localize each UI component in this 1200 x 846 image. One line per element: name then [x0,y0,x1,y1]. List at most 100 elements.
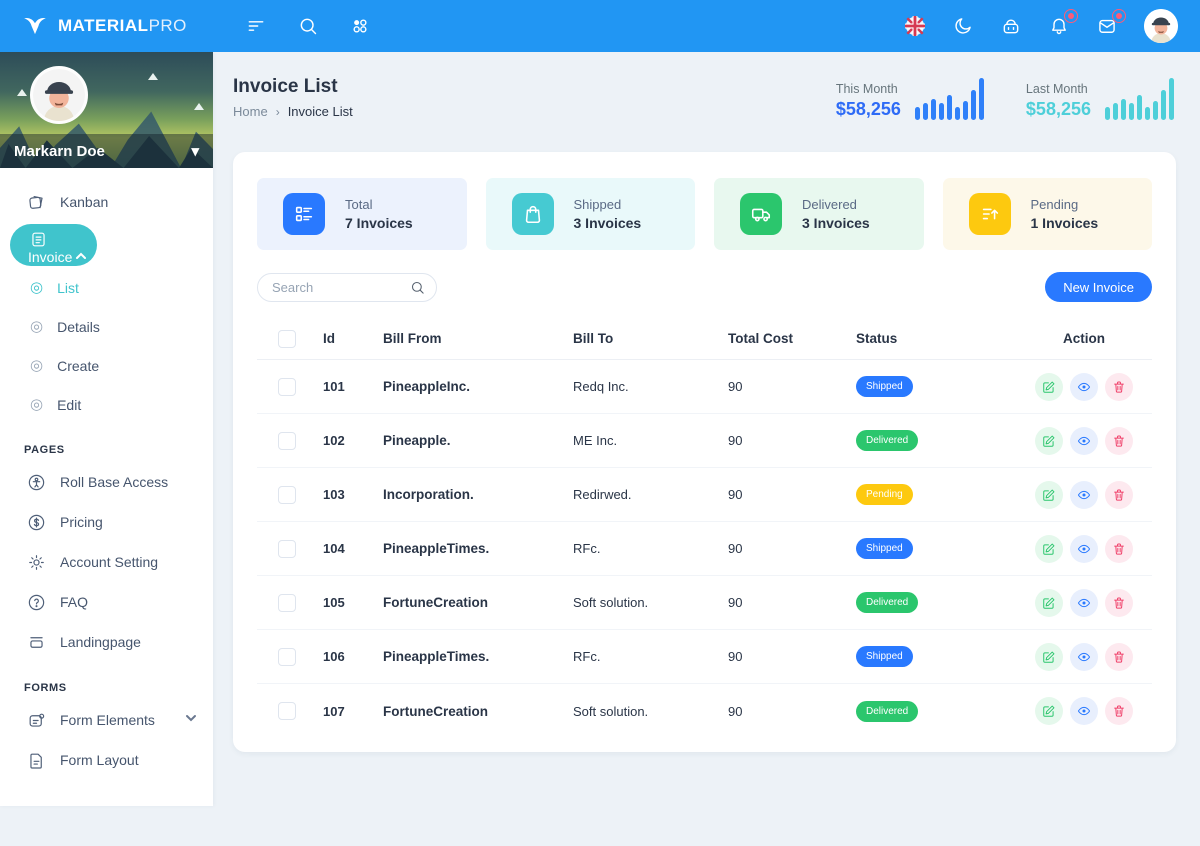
row-checkbox[interactable] [278,539,296,558]
notifications-bell-icon[interactable] [1048,9,1078,37]
pages-section-heading: PAGES [24,444,65,456]
breadcrumb: Home › Invoice List [233,104,353,119]
sidebar-subitem-create[interactable]: ◎ Create [0,346,213,385]
row-checkbox[interactable] [278,431,296,450]
table-row: 106 PineappleTimes. RFc. 90 Shipped [257,630,1152,684]
messages-badge [1112,9,1126,23]
truck-icon [740,193,782,235]
edit-icon[interactable] [1035,480,1063,509]
row-checkbox[interactable] [278,377,296,396]
shop-bag-icon[interactable] [1000,15,1022,37]
profile-avatar[interactable] [30,66,88,124]
sidebar-item-invoice[interactable]: Invoice [10,224,98,266]
delete-trash-icon[interactable] [1105,426,1133,455]
bullet-circle-icon: ◎ [30,396,44,413]
select-all-checkbox[interactable] [278,329,296,348]
status-badge: Shipped [856,646,913,667]
sidebar-item-roll-base-access[interactable]: Roll Base Access [0,462,213,502]
brand-name: MATERIALPRO [58,16,187,35]
messages-mail-icon[interactable] [1096,9,1126,37]
delete-trash-icon[interactable] [1105,372,1133,401]
chevron-up-icon [75,252,87,265]
this-month-sparkline [914,76,984,120]
profile-card: Markarn Doe ▾ [0,52,213,168]
delete-trash-icon[interactable] [1105,480,1133,509]
forms-section-heading: FORMS [24,682,67,694]
view-eye-icon[interactable] [1070,426,1098,455]
user-avatar[interactable] [1144,9,1178,43]
view-eye-icon[interactable] [1070,697,1098,725]
view-eye-icon[interactable] [1070,372,1098,401]
new-invoice-button[interactable]: New Invoice [1045,272,1152,302]
card-shipped[interactable]: Shipped 3 Invoices [485,178,695,250]
sidebar-subitem-edit[interactable]: ◎ Edit [0,385,213,424]
search-icon [410,280,425,295]
profile-name-bar[interactable]: Markarn Doe ▾ [0,134,213,168]
sidebar-item-landingpage[interactable]: Landingpage [0,622,213,662]
last-month-sparkline [1105,76,1174,120]
status-badge: Shipped [856,376,913,397]
sidebar-item-faq[interactable]: FAQ [0,582,213,622]
status-badge: Pending [856,484,913,505]
table-row: 104 PineappleTimes. RFc. 90 Shipped [257,522,1152,576]
bullet-circle-icon: ◎ [30,357,44,374]
edit-icon[interactable] [1035,642,1063,671]
row-checkbox[interactable] [278,702,296,720]
row-checkbox[interactable] [278,647,296,666]
invoice-icon [28,229,48,249]
stat-last-month: Last Month $58,256 [1026,76,1174,120]
brand-logo[interactable]: MATERIALPRO [0,13,213,39]
this-month-value: $58,256 [835,99,901,119]
apps-grid-icon[interactable] [349,15,371,37]
edit-icon[interactable] [1035,534,1063,563]
sort-up-icon [968,193,1011,235]
breadcrumb-separator: › [275,104,280,119]
invoice-list-icon [283,193,325,235]
language-flag-icon[interactable] [904,15,926,37]
page-header: Invoice List Home › Invoice List This Mo… [213,52,1200,120]
invoice-table: Id Bill From Bill To Total Cost Status A… [257,318,1152,738]
profile-caret-icon: ▾ [191,143,199,160]
table-row: 107 FortuneCreation Soft solution. 90 De… [257,684,1152,738]
delete-trash-icon[interactable] [1105,697,1133,725]
breadcrumb-home-link[interactable]: Home [233,104,268,119]
view-eye-icon[interactable] [1070,534,1098,563]
sidebar-item-form-layout[interactable]: Form Layout [0,740,213,780]
edit-icon[interactable] [1035,588,1063,617]
delete-trash-icon[interactable] [1105,642,1133,671]
table-row: 102 Pineapple. ME Inc. 90 Delivered [257,414,1152,468]
breadcrumb-current: Invoice List [287,104,353,119]
card-total[interactable]: Total 7 Invoices [257,178,467,250]
sidebar-item-account-setting[interactable]: Account Setting [0,542,213,582]
invoice-panel: Total 7 Invoices Shipped 3 Invoices Delive… [233,152,1176,752]
edit-icon[interactable] [1035,372,1063,401]
row-checkbox[interactable] [278,485,296,504]
form-elements-icon [26,710,46,730]
view-eye-icon[interactable] [1070,480,1098,509]
delete-trash-icon[interactable] [1105,588,1133,617]
form-layout-icon [26,750,46,770]
dark-mode-moon-icon[interactable] [952,15,974,37]
sidebar-subitem-list[interactable]: ◎ List [0,268,213,307]
dollar-circle-icon [26,512,46,532]
search-icon[interactable] [297,15,319,37]
status-badge: Shipped [856,538,913,559]
sidebar-item-pricing[interactable]: Pricing [0,502,213,542]
view-eye-icon[interactable] [1070,642,1098,671]
sidebar: Markarn Doe ▾ Kanban Invoice ◎ List ◎ De… [0,52,213,806]
card-pending[interactable]: Pending 1 Invoices [942,178,1152,250]
table-toolbar: New Invoice [257,272,1152,302]
view-eye-icon[interactable] [1070,588,1098,617]
edit-icon[interactable] [1035,697,1063,725]
sidebar-item-form-elements[interactable]: Form Elements [0,700,213,740]
row-checkbox[interactable] [278,593,296,612]
edit-icon[interactable] [1035,426,1063,455]
card-delivered[interactable]: Delivered 3 Invoices [714,178,924,250]
sidebar-item-kanban[interactable]: Kanban [0,182,213,222]
top-navbar: MATERIALPRO [0,0,1200,52]
sidebar-subitem-details[interactable]: ◎ Details [0,307,213,346]
main-content: Invoice List Home › Invoice List This Mo… [213,52,1200,846]
sidebar-toggle-icon[interactable] [245,15,267,37]
delete-trash-icon[interactable] [1105,534,1133,563]
chevron-down-icon [185,711,197,729]
